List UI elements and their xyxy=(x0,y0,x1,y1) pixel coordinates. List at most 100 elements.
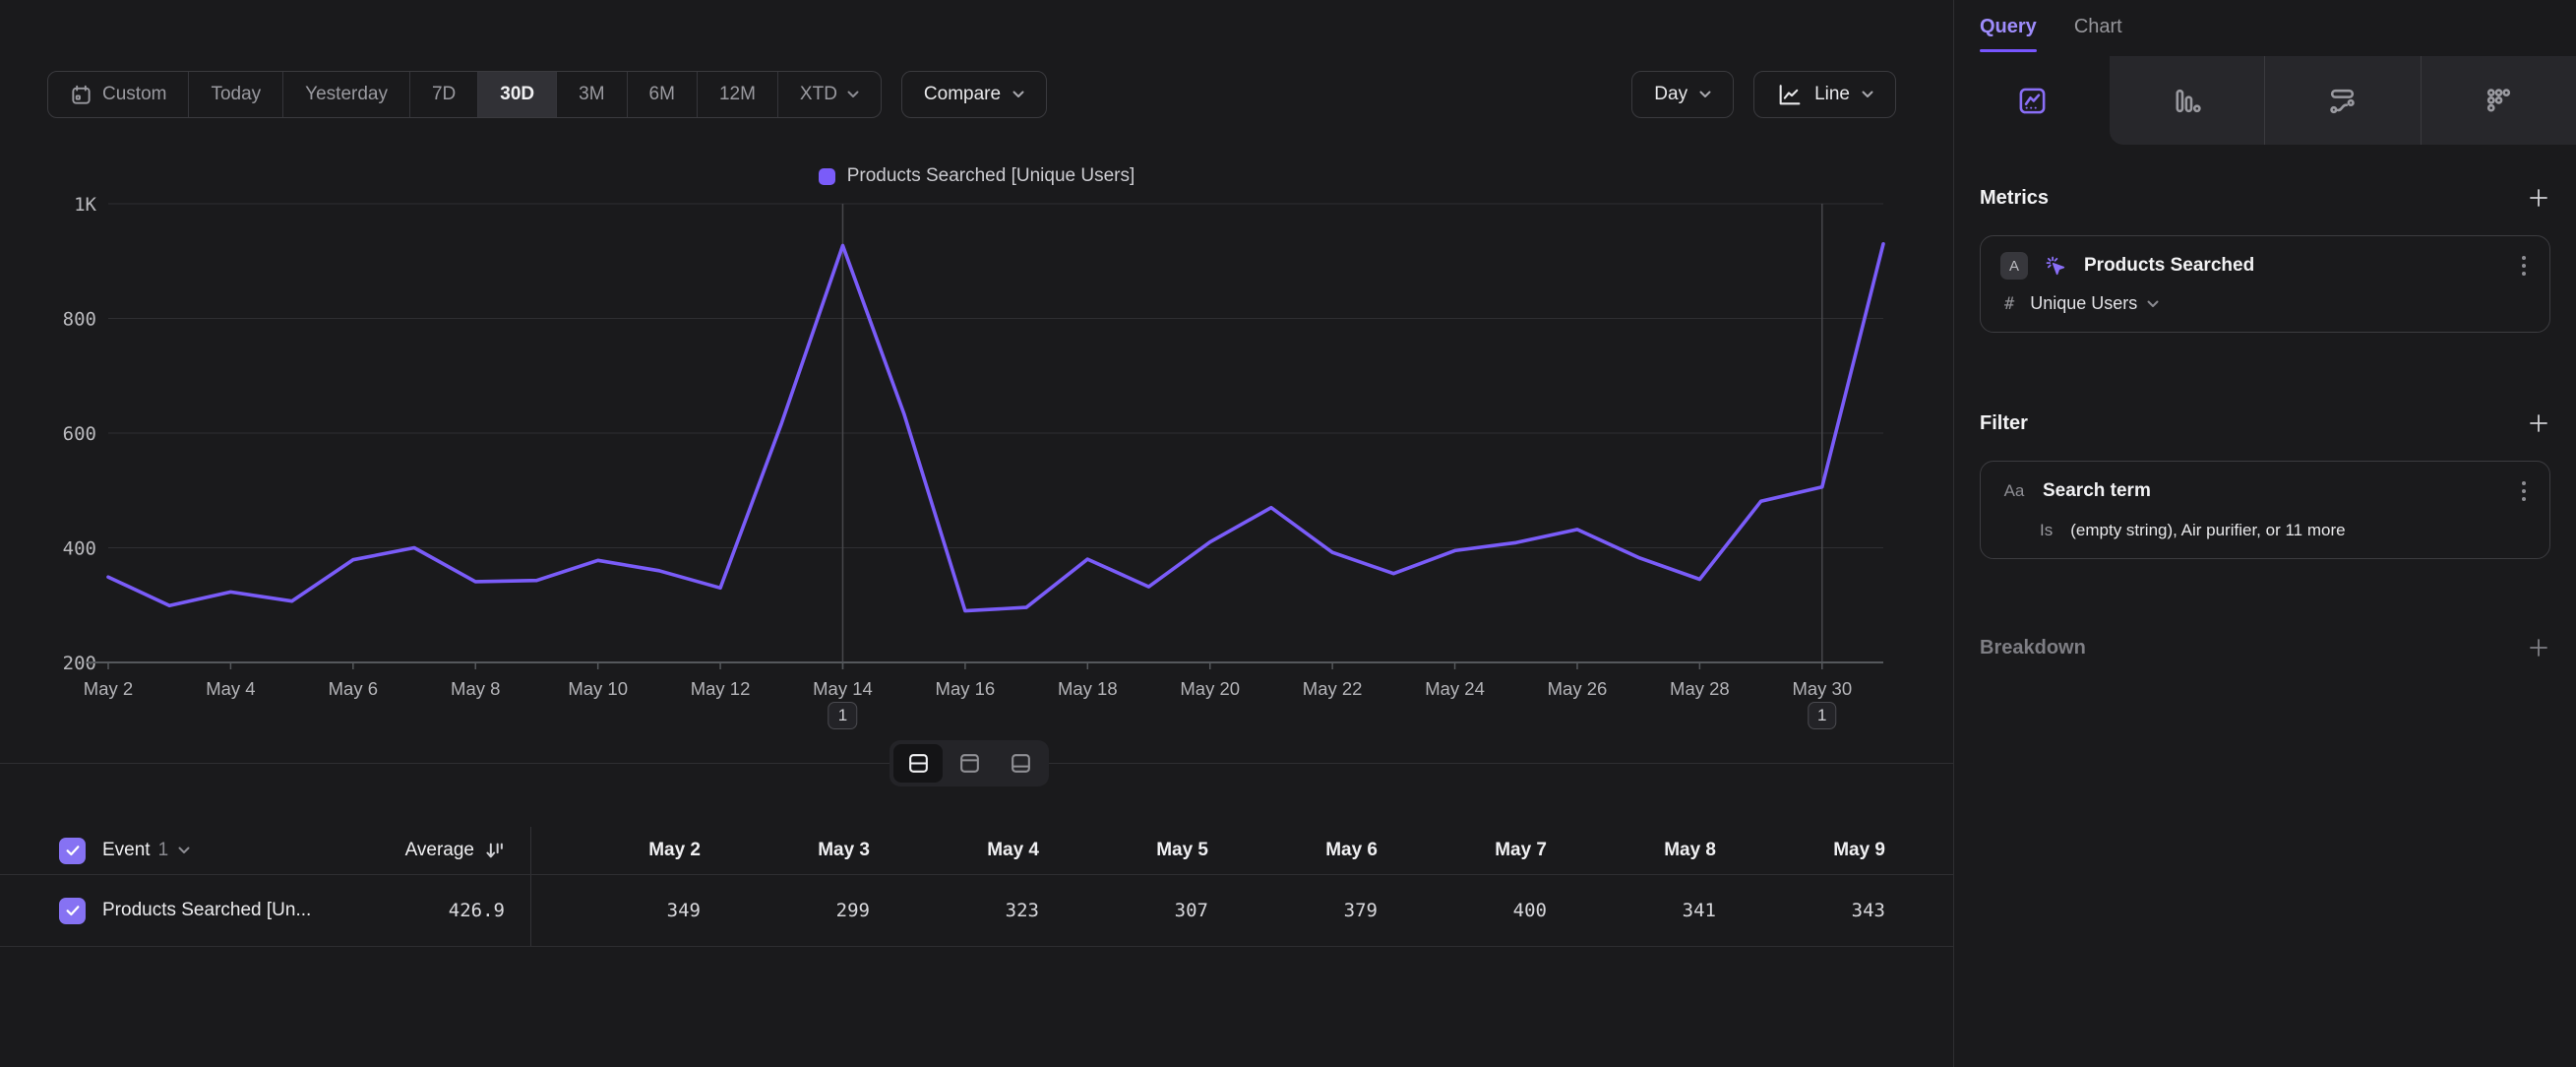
chevron-down-icon xyxy=(1862,91,1873,98)
date-column-header: May 2 xyxy=(531,840,701,861)
chevron-down-icon xyxy=(1699,91,1711,98)
main-panel: Custom Today Yesterday 7D 30D 3M 6M 12M … xyxy=(0,0,1953,1067)
add-filter-button[interactable] xyxy=(2527,411,2550,435)
range-7d[interactable]: 7D xyxy=(410,72,478,117)
series-line xyxy=(108,244,1883,611)
compare-button[interactable]: Compare xyxy=(901,71,1047,118)
range-3m[interactable]: 3M xyxy=(557,72,627,117)
row-checkbox[interactable] xyxy=(59,898,86,924)
svg-text:May 22: May 22 xyxy=(1303,678,1363,699)
svg-text:May 12: May 12 xyxy=(691,678,751,699)
chevron-down-icon xyxy=(1012,91,1024,98)
annotation-badge[interactable]: 1 xyxy=(828,702,857,729)
metrics-heading: Metrics xyxy=(1980,187,2049,210)
funnels-report-tab[interactable] xyxy=(2110,56,2264,145)
line-chart-icon xyxy=(1776,82,1803,108)
event-cursor-icon xyxy=(2043,253,2069,280)
svg-text:May 28: May 28 xyxy=(1670,678,1730,699)
range-xtd[interactable]: XTD xyxy=(778,72,881,117)
date-column-header: May 3 xyxy=(701,840,870,861)
filter-property-name[interactable]: Search term xyxy=(2043,480,2151,502)
filter-operator[interactable]: Is xyxy=(2040,521,2053,540)
range-custom[interactable]: Custom xyxy=(48,72,189,117)
cell-value: 343 xyxy=(1716,900,1885,921)
range-30d[interactable]: 30D xyxy=(478,72,557,117)
svg-text:May 2: May 2 xyxy=(84,678,133,699)
svg-text:400: 400 xyxy=(63,538,96,560)
flows-report-tab[interactable] xyxy=(2264,56,2420,145)
add-breakdown-button[interactable] xyxy=(2527,636,2550,659)
table-row[interactable]: Products Searched [Un... 426.9 349 299 3… xyxy=(0,874,1953,947)
granularity-button[interactable]: Day xyxy=(1631,71,1734,118)
metric-card[interactable]: A Products Searched # Unique Users xyxy=(1980,235,2550,333)
svg-text:1K: 1K xyxy=(74,194,96,216)
cell-value: 323 xyxy=(870,900,1039,921)
layout-split-button[interactable] xyxy=(893,744,943,783)
svg-text:May 26: May 26 xyxy=(1548,678,1608,699)
check-icon xyxy=(65,904,81,917)
range-12m[interactable]: 12M xyxy=(698,72,778,117)
layout-table-button[interactable] xyxy=(996,744,1045,783)
svg-text:May 24: May 24 xyxy=(1425,678,1485,699)
chevron-down-icon[interactable] xyxy=(178,847,190,854)
date-range-picker: Custom Today Yesterday 7D 30D 3M 6M 12M … xyxy=(47,71,882,118)
select-all-checkbox[interactable] xyxy=(59,838,86,864)
date-column-header: May 7 xyxy=(1378,840,1547,861)
svg-text:600: 600 xyxy=(63,423,96,445)
svg-text:800: 800 xyxy=(63,309,96,331)
annotation-badge[interactable]: 1 xyxy=(1808,702,1836,729)
event-column-label[interactable]: Event xyxy=(102,840,151,861)
layout-bottom-icon xyxy=(1009,751,1033,776)
metric-menu-button[interactable] xyxy=(2518,252,2530,280)
average-column-label[interactable]: Average xyxy=(405,840,474,861)
chevron-down-icon xyxy=(2147,300,2159,308)
results-table: Event 1 Average May 2 May 3 May 4 May 5 … xyxy=(0,827,1953,947)
filter-card[interactable]: Aa Search term Is (empty string), Air pu… xyxy=(1980,461,2550,559)
row-average: 426.9 xyxy=(449,900,505,921)
insights-icon xyxy=(2017,86,2048,116)
svg-text:May 14: May 14 xyxy=(813,678,873,699)
sort-descending-icon[interactable] xyxy=(484,841,505,861)
flows-icon xyxy=(2327,86,2358,116)
chevron-down-icon xyxy=(847,91,859,98)
range-today[interactable]: Today xyxy=(189,72,283,117)
range-yesterday[interactable]: Yesterday xyxy=(283,72,410,117)
cell-value: 307 xyxy=(1039,900,1208,921)
date-column-header: May 4 xyxy=(870,840,1039,861)
date-column-header: May 9 xyxy=(1716,840,1885,861)
layout-chart-button[interactable] xyxy=(945,744,994,783)
retention-report-tab[interactable] xyxy=(2421,56,2576,145)
insights-report-tab[interactable] xyxy=(1954,56,2110,145)
date-column-header: May 5 xyxy=(1039,840,1208,861)
cell-value: 379 xyxy=(1208,900,1378,921)
active-tab-underline xyxy=(1980,49,2037,52)
toolbar: Custom Today Yesterday 7D 30D 3M 6M 12M … xyxy=(47,71,1896,118)
cell-value: 349 xyxy=(531,900,701,921)
date-column-header: May 6 xyxy=(1208,840,1378,861)
breakdown-heading: Breakdown xyxy=(1980,637,2086,659)
retention-icon xyxy=(2484,86,2514,116)
svg-text:May 20: May 20 xyxy=(1180,678,1240,699)
line-chart[interactable]: 1K800600400200May 2May 4May 6May 8May 10… xyxy=(0,138,1953,728)
cell-value: 400 xyxy=(1378,900,1547,921)
query-sidebar: Query Chart xyxy=(1953,0,2576,1067)
event-count: 1 xyxy=(158,840,169,861)
metric-event-name[interactable]: Products Searched xyxy=(2084,255,2254,277)
layout-toggle xyxy=(889,740,1049,786)
measure-prefix: # xyxy=(2004,294,2014,314)
range-6m[interactable]: 6M xyxy=(628,72,698,117)
chart-type-button[interactable]: Line xyxy=(1753,71,1896,118)
tab-chart[interactable]: Chart xyxy=(2074,16,2122,56)
svg-text:May 4: May 4 xyxy=(206,678,255,699)
report-type-tray xyxy=(1954,56,2576,145)
add-metric-button[interactable] xyxy=(2527,186,2550,210)
check-icon xyxy=(65,844,81,857)
measure-selector[interactable]: Unique Users xyxy=(2030,293,2159,314)
filter-value[interactable]: (empty string), Air purifier, or 11 more xyxy=(2070,521,2345,540)
sidebar-tabs: Query Chart xyxy=(1954,0,2576,56)
property-type-badge: Aa xyxy=(2000,481,2028,501)
svg-text:May 18: May 18 xyxy=(1058,678,1118,699)
layout-top-icon xyxy=(957,751,982,776)
range-label: Custom xyxy=(102,84,166,105)
filter-menu-button[interactable] xyxy=(2518,477,2530,505)
